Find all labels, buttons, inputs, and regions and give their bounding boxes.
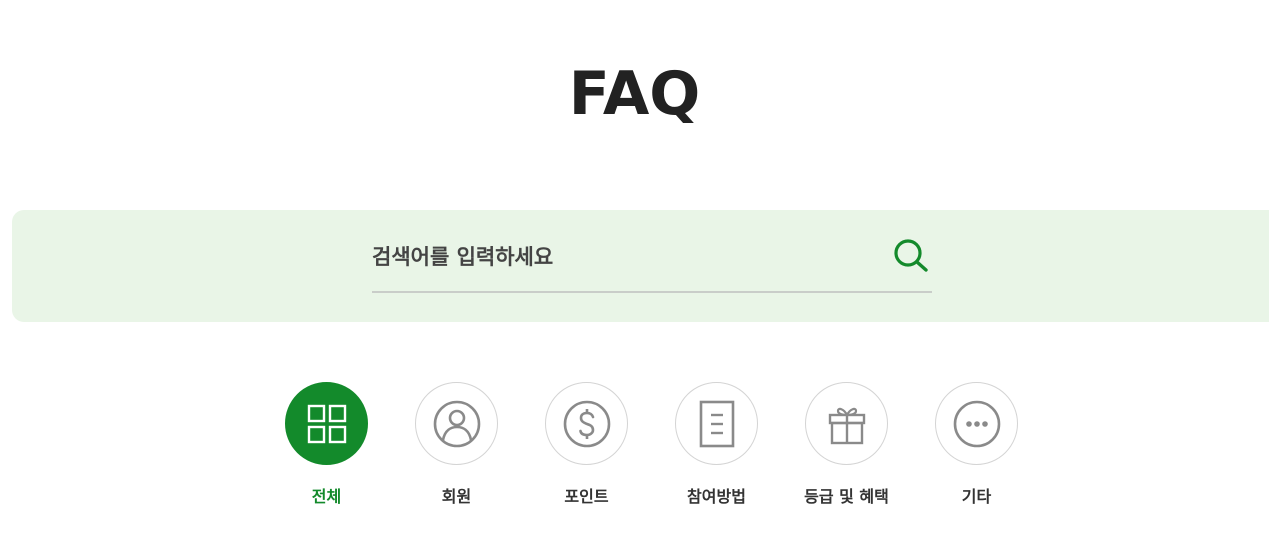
category-list: 전체 회원 포인트 참여방법 등급 및 혜택 기타 [285,382,1018,509]
search-icon [894,239,928,272]
category-howto[interactable]: 참여방법 [675,382,758,509]
category-label: 참여방법 [687,487,746,506]
category-label: 회원 [441,487,472,506]
category-etc-circle [935,382,1018,465]
page-title: FAQ [568,59,701,129]
category-member[interactable]: 회원 [415,382,498,509]
search-button[interactable] [892,237,932,277]
grid-icon [307,404,346,443]
category-all-circle [285,382,368,465]
category-grade[interactable]: 등급 및 혜택 [804,382,889,509]
gift-icon [828,407,865,444]
faq-page: FAQ 전체 [0,0,1269,544]
category-grade-circle [805,382,888,465]
category-label: 기타 [961,487,992,506]
category-etc[interactable]: 기타 [935,382,1018,509]
category-howto-circle [675,382,758,465]
dollar-icon [563,400,610,447]
category-label: 포인트 [564,487,609,506]
category-label: 등급 및 혜택 [804,487,889,506]
category-point-circle [545,382,628,465]
document-icon [699,400,734,447]
user-icon [433,400,480,447]
category-all[interactable]: 전체 [285,382,368,509]
search-box [372,229,932,293]
category-member-circle [415,382,498,465]
search-input[interactable] [372,237,872,277]
more-icon [953,400,1000,447]
category-point[interactable]: 포인트 [545,382,628,509]
category-label: 전체 [311,487,342,506]
